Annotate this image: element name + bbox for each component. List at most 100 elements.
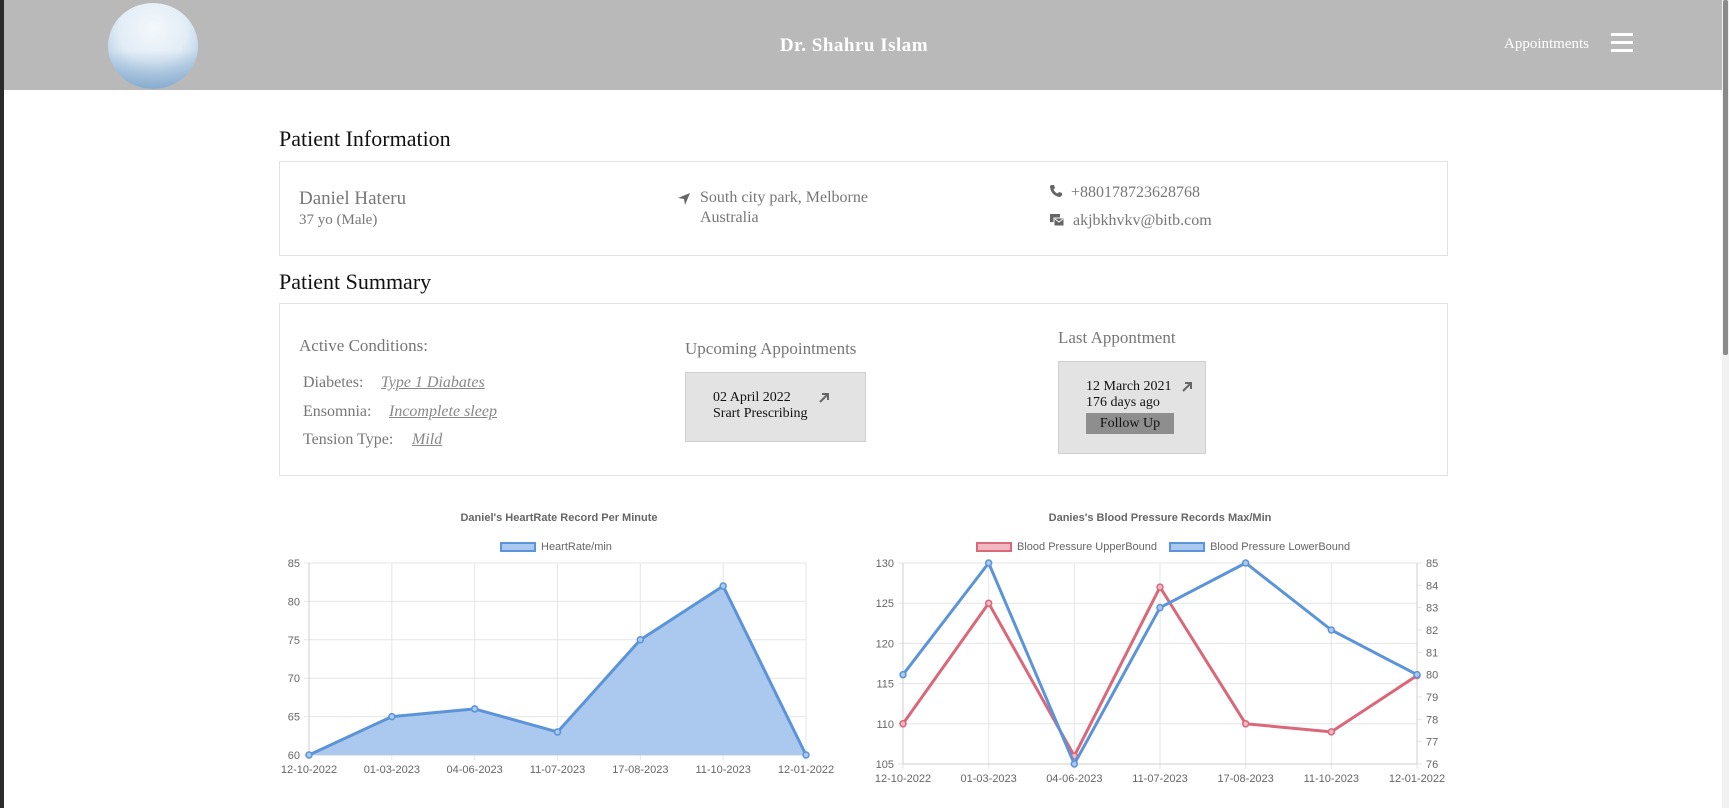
y-tick-label: 120	[876, 638, 894, 650]
y2-tick-label: 80	[1426, 670, 1438, 682]
patient-summary-card: Active Conditions: Diabetes: Type 1 Diab…	[279, 303, 1448, 476]
address-line-2: Australia	[700, 209, 759, 226]
y-tick-label: 60	[288, 750, 300, 762]
phone-number[interactable]: +880178723628768	[1071, 184, 1200, 202]
data-point	[553, 728, 562, 736]
data-point	[802, 751, 810, 759]
data-point	[388, 712, 396, 721]
x-tick-label: 17-08-2023	[612, 764, 668, 776]
data-point	[1156, 603, 1164, 612]
y-tick-label: 85	[288, 558, 300, 570]
location-arrow-icon	[678, 193, 690, 205]
y-tick-label: 105	[876, 759, 894, 771]
data-point	[984, 599, 993, 607]
follow-up-button[interactable]: Follow Up	[1086, 413, 1174, 434]
y-tick-label: 110	[876, 719, 894, 731]
doctor-avatar[interactable]	[108, 3, 198, 89]
x-tick-label: 11-10-2023	[695, 764, 750, 776]
bp-chart: 105 110 115 120 125 130 76 77 78 79 80 81 82 83 84 85 12…	[875, 558, 1445, 785]
data-point	[899, 670, 907, 679]
x-tick-label: 01-03-2023	[364, 764, 420, 776]
top-navbar: Dr. Shahru Islam Appointments	[4, 0, 1722, 90]
x-tick-label: 11-07-2023	[1132, 773, 1187, 785]
y-tick-label: 80	[288, 596, 300, 608]
x-tick-label: 12-10-2022	[281, 764, 337, 776]
patient-summary-heading: Patient Summary	[279, 269, 432, 294]
data-point	[1241, 720, 1250, 728]
x-tick-label: 01-03-2023	[961, 773, 1017, 785]
condition-value-link[interactable]: Mild	[412, 431, 442, 449]
data-point	[470, 705, 479, 713]
patient-name: Daniel Hateru	[299, 188, 407, 209]
data-point	[305, 751, 313, 759]
upcoming-appointments-heading: Upcoming Appointments	[685, 339, 857, 358]
x-tick-label: 04-06-2023	[1046, 773, 1102, 785]
data-point	[1241, 559, 1250, 567]
data-point	[984, 559, 993, 567]
upcoming-appointment-card[interactable]: 02 April 2022 Srart Prescribing	[685, 372, 866, 442]
scrollbar-thumb[interactable]	[1723, 0, 1728, 355]
legend-bp-upper: Blood Pressure UpperBound	[1017, 541, 1158, 553]
mail-icon	[1050, 214, 1065, 227]
last-date: 12 March 2021	[1086, 379, 1172, 394]
heartrate-chart: 60 65 70 75 80 85 12-10-2022 01-03-2023 04-06-20…	[281, 558, 834, 776]
y2-tick-label: 83	[1426, 603, 1438, 615]
heartrate-legend[interactable]: HeartRate/min	[500, 541, 612, 553]
appointments-link[interactable]: Appointments	[1504, 36, 1589, 53]
data-point	[1156, 583, 1164, 591]
last-appointment-heading: Last Appontment	[1058, 328, 1176, 347]
active-conditions-label: Active Conditions:	[299, 336, 428, 355]
data-point	[719, 582, 727, 590]
patient-age-gender: 37 yo (Male)	[299, 212, 378, 228]
x-tick-label: 12-01-2022	[778, 764, 834, 776]
phone-icon	[1050, 185, 1062, 197]
heartrate-chart-title: Daniel's HeartRate Record Per Minute	[460, 512, 658, 524]
y2-tick-label: 76	[1426, 759, 1438, 771]
y2-tick-label: 81	[1426, 647, 1438, 659]
condition-value-link[interactable]: Incomplete sleep	[389, 403, 497, 421]
data-point	[1327, 626, 1336, 634]
condition-value-link[interactable]: Type 1 Diabates	[381, 374, 485, 392]
y-tick-label: 125	[876, 598, 894, 610]
hamburger-icon[interactable]	[1611, 33, 1633, 53]
last-appointment-card[interactable]: 12 March 2021 176 days ago Follow Up	[1058, 361, 1206, 454]
last-days-ago: 176 days ago	[1086, 395, 1160, 410]
y2-tick-label: 84	[1426, 580, 1438, 592]
y-tick-label: 75	[288, 635, 300, 647]
window-edge	[0, 0, 4, 808]
data-point	[636, 636, 645, 644]
bp-chart-title: Danies's Blood Pressure Records Max/Min	[1048, 512, 1272, 524]
upcoming-date: 02 April 2022	[713, 390, 791, 405]
legend-heartrate: HeartRate/min	[541, 541, 612, 553]
data-point	[1070, 760, 1079, 768]
patient-info-heading: Patient Information	[279, 126, 451, 151]
patient-info-card: Daniel Hateru 37 yo (Male) South city pa…	[279, 161, 1448, 256]
arrow-up-right-icon[interactable]	[1181, 380, 1194, 393]
upcoming-note: Srart Prescribing	[713, 406, 808, 421]
y-tick-label: 70	[288, 673, 300, 685]
y-tick-label: 65	[288, 712, 300, 724]
x-tick-label: 11-10-2023	[1304, 773, 1359, 785]
x-tick-label: 04-06-2023	[447, 764, 503, 776]
y2-tick-label: 82	[1426, 625, 1438, 637]
data-point	[1413, 670, 1421, 679]
x-tick-label: 11-07-2023	[530, 764, 585, 776]
y2-tick-label: 78	[1426, 714, 1438, 726]
y-tick-label: 115	[876, 679, 894, 691]
bp-legend[interactable]: Blood Pressure UpperBound Blood Pressure…	[976, 541, 1350, 553]
data-point	[1327, 728, 1336, 736]
condition-label: Ensomnia:	[303, 403, 372, 420]
doctor-name: Dr. Shahru Islam	[779, 35, 929, 56]
data-point	[899, 720, 907, 728]
email-address[interactable]: akjbkhvkv@bitb.com	[1073, 212, 1212, 230]
address-line-1: South city park, Melborne	[700, 189, 868, 206]
legend-bp-lower: Blood Pressure LowerBound	[1210, 541, 1351, 553]
x-tick-label: 12-10-2022	[875, 773, 931, 785]
y2-tick-label: 77	[1426, 737, 1438, 749]
y-tick-label: 130	[876, 558, 894, 570]
y2-tick-label: 79	[1426, 692, 1438, 704]
arrow-up-right-icon[interactable]	[818, 391, 831, 404]
y2-tick-label: 85	[1426, 558, 1438, 570]
x-tick-label: 17-08-2023	[1218, 773, 1274, 785]
condition-label: Tension Type:	[303, 431, 394, 448]
